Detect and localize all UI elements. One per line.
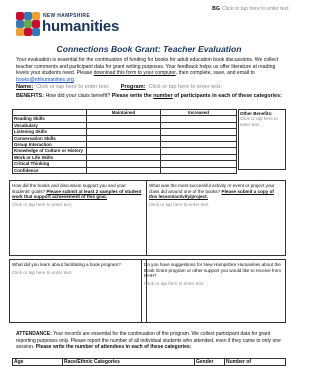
- name-label: Name:: [16, 84, 34, 90]
- attendance-header-age: Age: [12, 358, 63, 366]
- goals-answer-field[interactable]: Click or tap here to enter text.: [12, 202, 144, 208]
- benefits-instruction-number: number: [153, 93, 173, 99]
- attendance-header-gender: Gender: [194, 358, 225, 366]
- benefits-instruction-pre: Please write the: [111, 93, 154, 99]
- attendance-header-race: Race/Ethnic Categories: [62, 358, 195, 366]
- learning-question-box: What did you learn about facilitating a …: [9, 259, 147, 323]
- attendance-table: Age Race/Ethnic Categories Gender Number…: [12, 358, 286, 366]
- intro-text-2: , then complete, save, and email to: [175, 70, 255, 77]
- program-field[interactable]: Click or tap here to enter text.: [148, 84, 221, 90]
- maintained-cell[interactable]: [86, 166, 161, 174]
- question-text: What did you learn about facilitating a …: [12, 262, 121, 267]
- nh-humanities-logo: NEW HAMPSHIRE humanities: [16, 10, 119, 38]
- other-benefits-box: Other Benefits: Click or tap here to ent…: [238, 109, 286, 170]
- name-program-row: Name: Click or tap here to enter text. Pr…: [16, 84, 222, 91]
- bg-value[interactable]: Click or tap here to enter text.: [222, 6, 290, 12]
- suggestions-question-box: Do you have suggestions for New Hampshir…: [141, 259, 286, 323]
- name-field[interactable]: Click or tap here to enter text.: [36, 84, 109, 90]
- download-link[interactable]: download this form to your computer: [94, 70, 176, 76]
- program-label: Program:: [120, 84, 146, 90]
- logo-mark-icon: [16, 12, 40, 36]
- intro-text-3: .: [73, 76, 76, 83]
- page-title: Connections Book Grant: Teacher Evaluati…: [56, 44, 242, 54]
- benefits-table: Maintained Increased Reading Skills Voca…: [12, 108, 237, 174]
- attendance-instruction: Please write the number of attendees in …: [35, 344, 192, 350]
- goals-question-box: How did the books and discussion support…: [9, 180, 147, 256]
- attendance-header-row: Age Race/Ethnic Categories Gender Number…: [12, 358, 286, 366]
- benefits-label: BENEFITS:: [16, 93, 44, 99]
- email-link[interactable]: books@nhhumanities.org: [16, 77, 74, 83]
- increased-cell[interactable]: [160, 166, 237, 174]
- question-text: Do you have suggestions for New Hampshir…: [144, 262, 282, 279]
- table-row: Confidence: [12, 166, 237, 174]
- other-benefits-field[interactable]: Click or tap here to enter text.: [240, 116, 278, 126]
- benefit-label: Knowledge of Culture or History: [12, 147, 87, 155]
- bg-label: BG: [212, 6, 220, 12]
- attendance-label: ATTENDANCE:: [16, 331, 52, 337]
- benefits-heading: BENEFITS: How did your class benefit? Pl…: [16, 93, 284, 99]
- activity-question-box: What was the most successful activity or…: [146, 180, 286, 256]
- suggestions-answer-field[interactable]: Click or tap here to enter text.: [144, 281, 283, 287]
- benefits-question: How did your class benefit?: [43, 93, 112, 99]
- intro-paragraph: Your evaluation is essential for the con…: [16, 57, 284, 83]
- logo-big-text: humanities: [42, 18, 120, 35]
- benefits-instruction-post: of participants in each of these categor…: [172, 93, 282, 99]
- learning-answer-field[interactable]: Click or tap here to enter text.: [12, 270, 144, 276]
- attendance-paragraph: ATTENDANCE: Your records are essential f…: [16, 331, 286, 351]
- benefit-label: Confidence: [12, 166, 87, 174]
- bg-field[interactable]: BG Click or tap here to enter text.: [212, 6, 290, 12]
- activity-answer-field[interactable]: Click or tap here to enter text.: [149, 202, 283, 208]
- attendance-header-number: Number of: [224, 358, 286, 366]
